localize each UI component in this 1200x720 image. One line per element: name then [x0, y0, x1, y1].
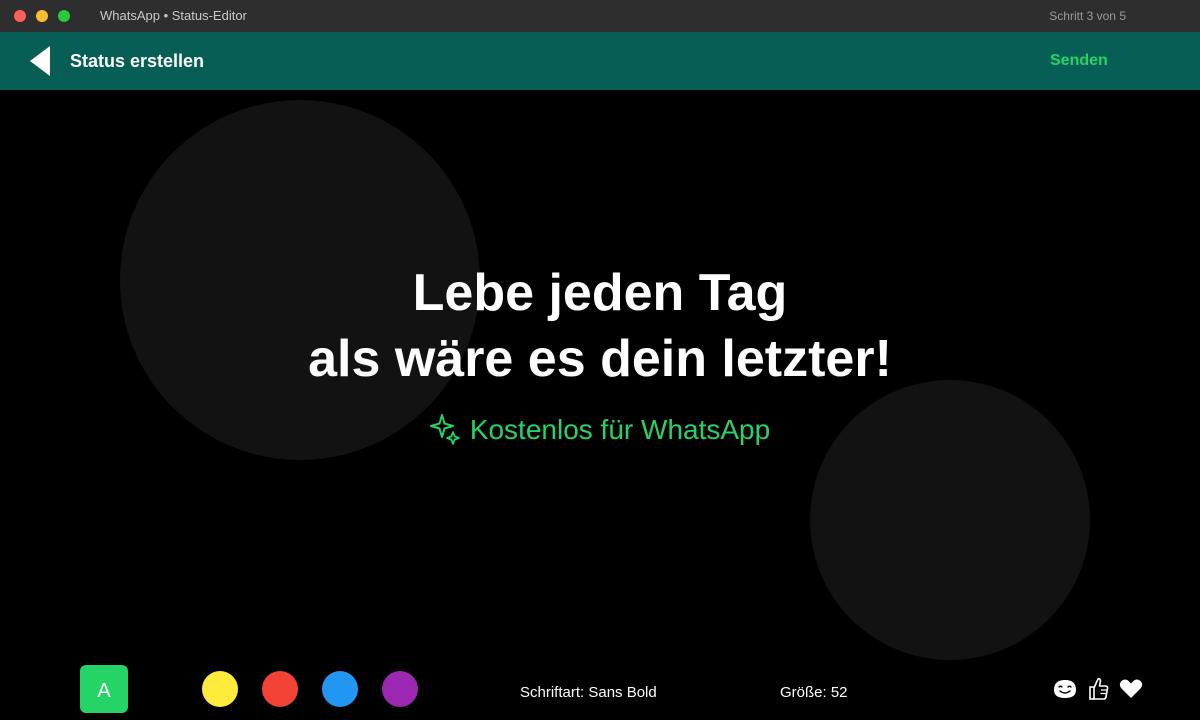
color-swatch-yellow[interactable] [202, 671, 238, 707]
editor-toolbar: A Schriftart: Sans Bold Größe: 52 [0, 660, 1200, 720]
back-button[interactable] [24, 45, 56, 77]
heart-icon [1119, 679, 1143, 698]
sparkle-icon [429, 413, 460, 445]
smiley-icon [1054, 680, 1076, 698]
editor-header: Status erstellen Senden [0, 32, 1200, 90]
emoji-button[interactable] [1052, 675, 1078, 701]
zoom-window-button[interactable] [58, 10, 70, 22]
thumbs-up-button[interactable] [1086, 675, 1112, 701]
status-line-1: Lebe jeden Tag [412, 264, 788, 322]
send-button[interactable]: Senden [1050, 32, 1108, 90]
status-text[interactable]: Lebe jeden Tag als wäre es dein letzter! [0, 260, 1200, 392]
close-window-button[interactable] [14, 10, 26, 22]
badge-label: Kostenlos für WhatsApp [469, 414, 771, 445]
status-badge: Kostenlos für WhatsApp [0, 412, 1200, 448]
status-line-2: als wäre es dein letzter! [308, 330, 892, 388]
step-indicator: Schritt 3 von 5 [1049, 9, 1126, 23]
window-titlebar: WhatsApp • Status-Editor Schritt 3 von 5 [0, 0, 1200, 32]
thumbs-up-icon [1089, 677, 1109, 700]
size-indicator: Größe: 52 [780, 684, 848, 701]
back-arrow-icon [30, 46, 50, 76]
status-canvas[interactable]: Lebe jeden Tag als wäre es dein letzter!… [0, 90, 1200, 720]
color-swatch-blue[interactable] [322, 671, 358, 707]
heart-button[interactable] [1118, 675, 1144, 701]
page-title: Status erstellen [70, 51, 205, 71]
font-indicator: Schriftart: Sans Bold [520, 684, 657, 701]
color-swatch-purple[interactable] [382, 671, 418, 707]
minimize-window-button[interactable] [36, 10, 48, 22]
color-swatch-red[interactable] [262, 671, 298, 707]
font-button[interactable]: A [80, 665, 128, 713]
window-title: WhatsApp • Status-Editor [100, 8, 247, 23]
